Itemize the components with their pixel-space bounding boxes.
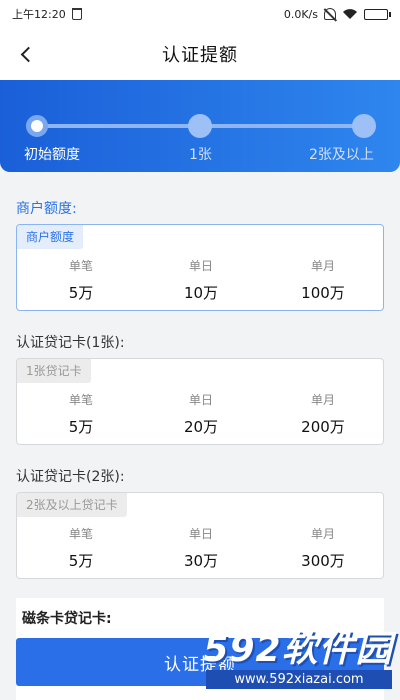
- limit-card-merchant: 商户额度 单笔 5万 单日 10万 单月 100万: [16, 224, 384, 311]
- limit-value: 30万: [183, 552, 219, 570]
- limit-value: 5万: [68, 552, 94, 570]
- limit-label: 单日: [188, 393, 213, 407]
- limit-value: 300万: [301, 552, 345, 570]
- battery-icon: [364, 8, 391, 20]
- progress-stepper: 初始额度 1张 2张及以上: [0, 80, 400, 172]
- limit-label: 单笔: [68, 527, 93, 541]
- wifi-icon: [343, 9, 357, 19]
- limit-per-month: 单月 200万: [273, 391, 373, 437]
- step-label-initial: 初始额度: [24, 147, 80, 163]
- magstripe-title: 磁条卡贷记卡:: [22, 611, 112, 627]
- card-tag: 1张贷记卡: [17, 359, 91, 383]
- limit-label: 单月: [310, 527, 335, 541]
- card-tag: 2张及以上贷记卡: [17, 493, 127, 517]
- limit-value: 100万: [301, 284, 345, 302]
- limit-per-transaction: 单笔 5万: [31, 257, 131, 303]
- net-speed: 0.0K/s: [283, 7, 318, 21]
- limit-per-month: 单月 300万: [273, 525, 373, 571]
- card-tag: 商户额度: [17, 225, 84, 249]
- limit-per-day: 单日 20万: [151, 391, 251, 437]
- limit-value: 5万: [68, 418, 94, 436]
- limit-value: 200万: [301, 418, 345, 436]
- limit-label: 单月: [310, 259, 335, 273]
- limit-per-day: 单日 10万: [151, 257, 251, 303]
- section-title-one-card: 认证贷记卡(1张):: [16, 335, 125, 351]
- limit-label: 单笔: [68, 393, 93, 407]
- page-title: 认证提额: [162, 45, 238, 66]
- limit-label: 单笔: [68, 259, 93, 273]
- nav-bar: 认证提额: [0, 28, 400, 80]
- limit-per-transaction: 单笔 5万: [31, 391, 131, 437]
- status-time: 上午12:20: [12, 8, 66, 21]
- section-title-merchant: 商户额度:: [16, 201, 77, 217]
- limit-per-month: 单月 100万: [273, 257, 373, 303]
- magstripe-panel: 磁条卡贷记卡: 认证提额: [16, 598, 384, 700]
- limit-value: 10万: [183, 284, 219, 302]
- limit-card-two-cards: 2张及以上贷记卡 单笔 5万 单日 30万 单月 300万: [16, 492, 384, 579]
- back-button[interactable]: [10, 38, 42, 70]
- section-title-two-cards: 认证贷记卡(2张):: [16, 469, 125, 485]
- limit-per-transaction: 单笔 5万: [31, 525, 131, 571]
- trash-icon: [71, 8, 82, 20]
- status-right: 0.0K/s: [283, 7, 391, 21]
- limit-value: 20万: [183, 418, 219, 436]
- limit-label: 单日: [188, 259, 213, 273]
- step-label-two-cards: 2张及以上: [309, 147, 374, 163]
- step-dot-initial: [26, 115, 48, 137]
- raise-limit-button[interactable]: 认证提额: [16, 638, 384, 686]
- status-bar: 上午12:20 0.0K/s: [0, 0, 400, 28]
- limit-per-day: 单日 30万: [151, 525, 251, 571]
- limit-value: 5万: [68, 284, 94, 302]
- status-left: 上午12:20: [12, 6, 82, 22]
- chevron-left-icon: [20, 46, 36, 62]
- limit-label: 单月: [310, 393, 335, 407]
- limit-label: 单日: [188, 527, 213, 541]
- bell-off-icon: [324, 8, 336, 20]
- step-label-one-card: 1张: [189, 147, 212, 163]
- limit-card-one-card: 1张贷记卡 单笔 5万 单日 20万 单月 200万: [16, 358, 384, 445]
- step-dot-two-cards: [352, 114, 376, 138]
- step-dot-one-card: [188, 114, 212, 138]
